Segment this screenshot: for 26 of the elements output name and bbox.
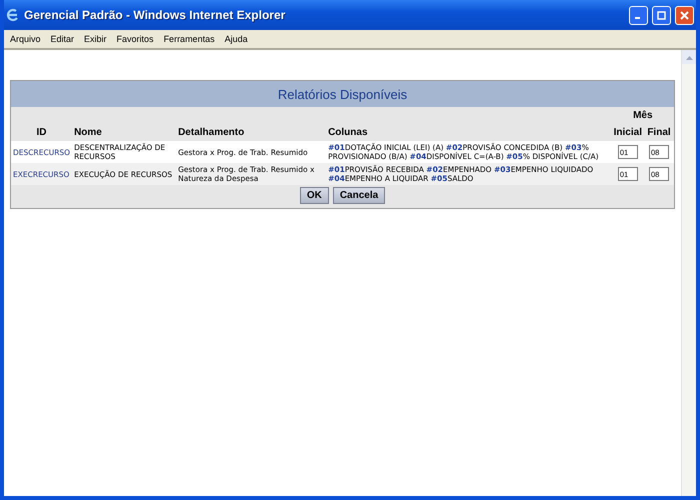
scrollbar[interactable] <box>681 50 696 496</box>
browser-logo-icon <box>6 8 20 22</box>
menu-item[interactable]: Exibir <box>80 33 111 45</box>
column-header: Detalhamento <box>176 124 326 141</box>
minimize-icon <box>634 17 640 19</box>
column-header: Nome <box>72 124 176 141</box>
ok-button[interactable]: OK <box>300 187 329 204</box>
window-title: Gerencial Padrão - Windows Internet Explorer <box>24 8 286 22</box>
maximize-button[interactable] <box>652 6 671 24</box>
menu-item[interactable]: Ajuda <box>220 33 252 45</box>
menu-item[interactable]: Editar <box>46 33 78 45</box>
close-button[interactable] <box>675 6 694 24</box>
menu-item[interactable]: Favoritos <box>112 33 158 45</box>
panel-title: Relatórios Disponíveis <box>11 81 674 107</box>
up-arrow-icon <box>686 54 692 60</box>
column-header: Inicial <box>612 124 644 141</box>
column-header: Final <box>644 124 674 141</box>
column-header: Mês <box>632 109 654 123</box>
column-header: ID <box>11 124 72 141</box>
menu-item[interactable]: Ferramentas <box>160 33 219 45</box>
cancel-button[interactable]: Cancela <box>332 187 386 204</box>
column-header: Colunas <box>326 124 612 141</box>
minimize-button[interactable] <box>629 6 648 24</box>
close-icon <box>680 10 689 20</box>
menu-item[interactable]: Arquivo <box>6 33 45 45</box>
maximize-icon <box>657 10 666 20</box>
